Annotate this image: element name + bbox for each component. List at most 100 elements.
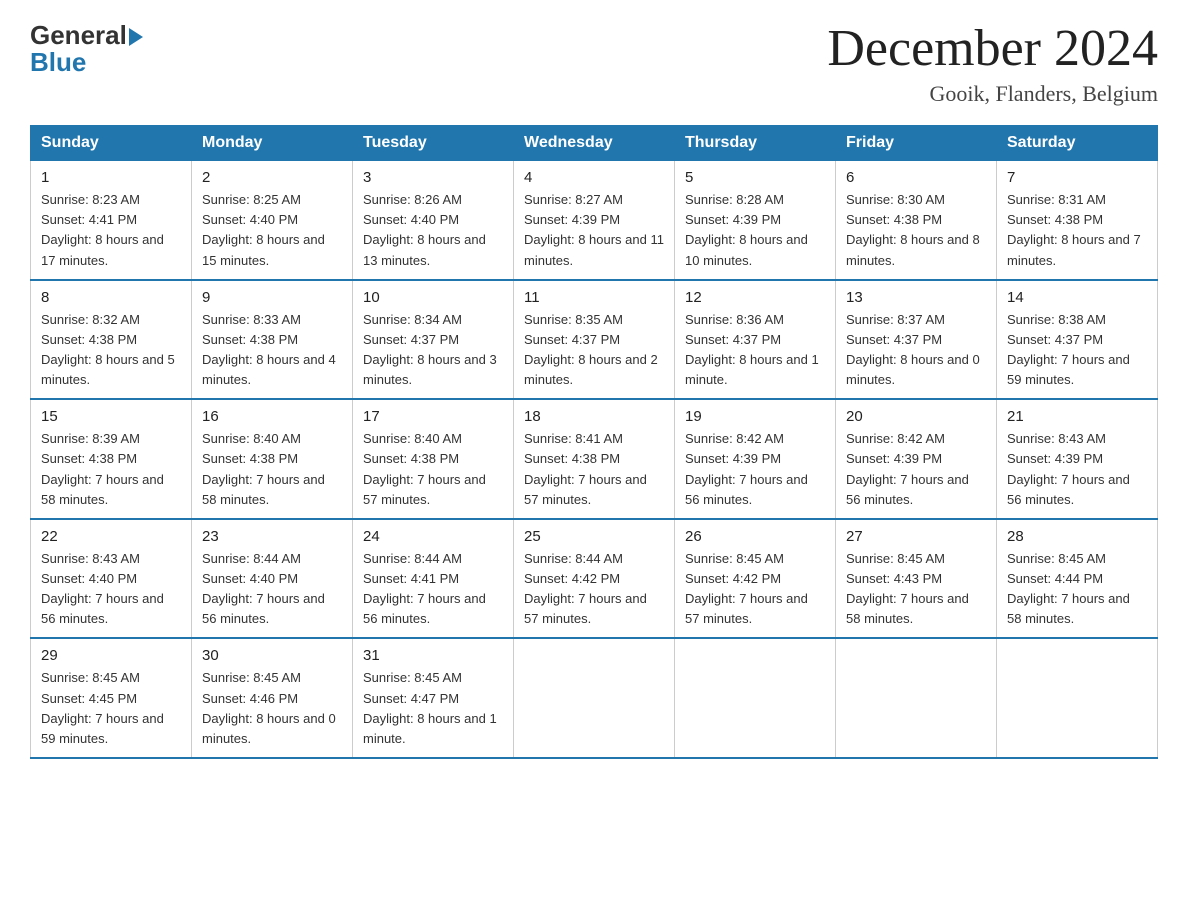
- day-info: Sunrise: 8:44 AMSunset: 4:41 PMDaylight:…: [363, 551, 486, 626]
- calendar-cell: 31 Sunrise: 8:45 AMSunset: 4:47 PMDaylig…: [353, 638, 514, 758]
- day-number: 11: [524, 289, 664, 306]
- day-number: 28: [1007, 528, 1147, 545]
- day-number: 21: [1007, 408, 1147, 425]
- calendar-cell: 13 Sunrise: 8:37 AMSunset: 4:37 PMDaylig…: [836, 280, 997, 400]
- calendar-cell: 28 Sunrise: 8:45 AMSunset: 4:44 PMDaylig…: [997, 519, 1158, 639]
- day-number: 27: [846, 528, 986, 545]
- calendar-cell: 22 Sunrise: 8:43 AMSunset: 4:40 PMDaylig…: [31, 519, 192, 639]
- day-info: Sunrise: 8:45 AMSunset: 4:45 PMDaylight:…: [41, 670, 164, 745]
- calendar-cell: 20 Sunrise: 8:42 AMSunset: 4:39 PMDaylig…: [836, 399, 997, 519]
- logo-blue-text: Blue: [30, 47, 86, 78]
- calendar-week-row: 29 Sunrise: 8:45 AMSunset: 4:45 PMDaylig…: [31, 638, 1158, 758]
- day-info: Sunrise: 8:44 AMSunset: 4:42 PMDaylight:…: [524, 551, 647, 626]
- day-number: 9: [202, 289, 342, 306]
- day-info: Sunrise: 8:32 AMSunset: 4:38 PMDaylight:…: [41, 312, 175, 387]
- day-number: 20: [846, 408, 986, 425]
- day-info: Sunrise: 8:43 AMSunset: 4:40 PMDaylight:…: [41, 551, 164, 626]
- day-number: 13: [846, 289, 986, 306]
- calendar-cell: 23 Sunrise: 8:44 AMSunset: 4:40 PMDaylig…: [192, 519, 353, 639]
- calendar-week-row: 8 Sunrise: 8:32 AMSunset: 4:38 PMDayligh…: [31, 280, 1158, 400]
- calendar-cell: [997, 638, 1158, 758]
- calendar-cell: 12 Sunrise: 8:36 AMSunset: 4:37 PMDaylig…: [675, 280, 836, 400]
- day-info: Sunrise: 8:40 AMSunset: 4:38 PMDaylight:…: [363, 431, 486, 506]
- calendar-cell: 18 Sunrise: 8:41 AMSunset: 4:38 PMDaylig…: [514, 399, 675, 519]
- day-info: Sunrise: 8:41 AMSunset: 4:38 PMDaylight:…: [524, 431, 647, 506]
- day-info: Sunrise: 8:31 AMSunset: 4:38 PMDaylight:…: [1007, 192, 1141, 267]
- day-number: 14: [1007, 289, 1147, 306]
- day-number: 18: [524, 408, 664, 425]
- day-info: Sunrise: 8:28 AMSunset: 4:39 PMDaylight:…: [685, 192, 808, 267]
- col-header-friday: Friday: [836, 126, 997, 161]
- calendar-cell: [836, 638, 997, 758]
- day-number: 29: [41, 647, 181, 664]
- calendar-week-row: 22 Sunrise: 8:43 AMSunset: 4:40 PMDaylig…: [31, 519, 1158, 639]
- calendar-cell: 4 Sunrise: 8:27 AMSunset: 4:39 PMDayligh…: [514, 161, 675, 280]
- day-info: Sunrise: 8:26 AMSunset: 4:40 PMDaylight:…: [363, 192, 486, 267]
- calendar-cell: 19 Sunrise: 8:42 AMSunset: 4:39 PMDaylig…: [675, 399, 836, 519]
- calendar-cell: 14 Sunrise: 8:38 AMSunset: 4:37 PMDaylig…: [997, 280, 1158, 400]
- calendar-cell: 27 Sunrise: 8:45 AMSunset: 4:43 PMDaylig…: [836, 519, 997, 639]
- calendar-cell: 2 Sunrise: 8:25 AMSunset: 4:40 PMDayligh…: [192, 161, 353, 280]
- col-header-thursday: Thursday: [675, 126, 836, 161]
- day-info: Sunrise: 8:45 AMSunset: 4:43 PMDaylight:…: [846, 551, 969, 626]
- day-number: 10: [363, 289, 503, 306]
- day-info: Sunrise: 8:42 AMSunset: 4:39 PMDaylight:…: [685, 431, 808, 506]
- day-info: Sunrise: 8:30 AMSunset: 4:38 PMDaylight:…: [846, 192, 980, 267]
- calendar-cell: 6 Sunrise: 8:30 AMSunset: 4:38 PMDayligh…: [836, 161, 997, 280]
- day-number: 17: [363, 408, 503, 425]
- day-number: 25: [524, 528, 664, 545]
- calendar-cell: 17 Sunrise: 8:40 AMSunset: 4:38 PMDaylig…: [353, 399, 514, 519]
- day-number: 12: [685, 289, 825, 306]
- calendar-cell: 21 Sunrise: 8:43 AMSunset: 4:39 PMDaylig…: [997, 399, 1158, 519]
- day-info: Sunrise: 8:42 AMSunset: 4:39 PMDaylight:…: [846, 431, 969, 506]
- day-info: Sunrise: 8:45 AMSunset: 4:46 PMDaylight:…: [202, 670, 336, 745]
- location-subtitle: Gooik, Flanders, Belgium: [827, 81, 1158, 107]
- logo-arrow-icon: [129, 28, 143, 46]
- day-info: Sunrise: 8:40 AMSunset: 4:38 PMDaylight:…: [202, 431, 325, 506]
- col-header-wednesday: Wednesday: [514, 126, 675, 161]
- calendar-cell: 29 Sunrise: 8:45 AMSunset: 4:45 PMDaylig…: [31, 638, 192, 758]
- calendar-cell: 11 Sunrise: 8:35 AMSunset: 4:37 PMDaylig…: [514, 280, 675, 400]
- day-number: 1: [41, 169, 181, 186]
- calendar-cell: 16 Sunrise: 8:40 AMSunset: 4:38 PMDaylig…: [192, 399, 353, 519]
- day-number: 7: [1007, 169, 1147, 186]
- day-number: 26: [685, 528, 825, 545]
- day-info: Sunrise: 8:23 AMSunset: 4:41 PMDaylight:…: [41, 192, 164, 267]
- day-info: Sunrise: 8:35 AMSunset: 4:37 PMDaylight:…: [524, 312, 658, 387]
- day-number: 8: [41, 289, 181, 306]
- day-info: Sunrise: 8:45 AMSunset: 4:42 PMDaylight:…: [685, 551, 808, 626]
- day-number: 5: [685, 169, 825, 186]
- calendar-cell: 5 Sunrise: 8:28 AMSunset: 4:39 PMDayligh…: [675, 161, 836, 280]
- day-number: 19: [685, 408, 825, 425]
- calendar-cell: 9 Sunrise: 8:33 AMSunset: 4:38 PMDayligh…: [192, 280, 353, 400]
- day-number: 16: [202, 408, 342, 425]
- col-header-monday: Monday: [192, 126, 353, 161]
- calendar-cell: 26 Sunrise: 8:45 AMSunset: 4:42 PMDaylig…: [675, 519, 836, 639]
- calendar-week-row: 15 Sunrise: 8:39 AMSunset: 4:38 PMDaylig…: [31, 399, 1158, 519]
- calendar-cell: 15 Sunrise: 8:39 AMSunset: 4:38 PMDaylig…: [31, 399, 192, 519]
- day-info: Sunrise: 8:45 AMSunset: 4:44 PMDaylight:…: [1007, 551, 1130, 626]
- day-number: 2: [202, 169, 342, 186]
- calendar-cell: 10 Sunrise: 8:34 AMSunset: 4:37 PMDaylig…: [353, 280, 514, 400]
- day-number: 30: [202, 647, 342, 664]
- calendar-cell: 8 Sunrise: 8:32 AMSunset: 4:38 PMDayligh…: [31, 280, 192, 400]
- day-info: Sunrise: 8:34 AMSunset: 4:37 PMDaylight:…: [363, 312, 497, 387]
- day-info: Sunrise: 8:37 AMSunset: 4:37 PMDaylight:…: [846, 312, 980, 387]
- col-header-tuesday: Tuesday: [353, 126, 514, 161]
- calendar-week-row: 1 Sunrise: 8:23 AMSunset: 4:41 PMDayligh…: [31, 161, 1158, 280]
- day-info: Sunrise: 8:25 AMSunset: 4:40 PMDaylight:…: [202, 192, 325, 267]
- day-info: Sunrise: 8:44 AMSunset: 4:40 PMDaylight:…: [202, 551, 325, 626]
- calendar-cell: 30 Sunrise: 8:45 AMSunset: 4:46 PMDaylig…: [192, 638, 353, 758]
- day-number: 22: [41, 528, 181, 545]
- calendar-header-row: SundayMondayTuesdayWednesdayThursdayFrid…: [31, 126, 1158, 161]
- day-info: Sunrise: 8:38 AMSunset: 4:37 PMDaylight:…: [1007, 312, 1130, 387]
- day-info: Sunrise: 8:33 AMSunset: 4:38 PMDaylight:…: [202, 312, 336, 387]
- calendar-cell: 24 Sunrise: 8:44 AMSunset: 4:41 PMDaylig…: [353, 519, 514, 639]
- month-title: December 2024: [827, 20, 1158, 77]
- day-number: 3: [363, 169, 503, 186]
- day-number: 23: [202, 528, 342, 545]
- page-header: General Blue December 2024 Gooik, Flande…: [30, 20, 1158, 107]
- col-header-sunday: Sunday: [31, 126, 192, 161]
- calendar-cell: 1 Sunrise: 8:23 AMSunset: 4:41 PMDayligh…: [31, 161, 192, 280]
- day-number: 24: [363, 528, 503, 545]
